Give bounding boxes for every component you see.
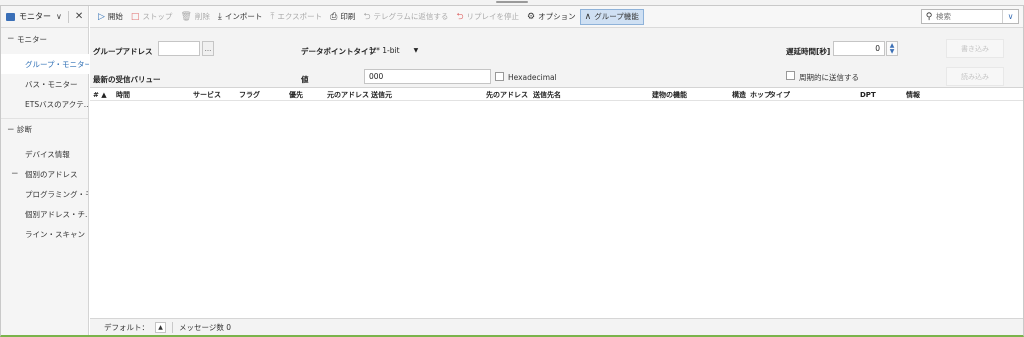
divider: [172, 321, 173, 333]
stop-button[interactable]: □ ストップ: [127, 9, 177, 25]
column-header-time[interactable]: 時間: [116, 88, 191, 101]
chevron-down-icon[interactable]: ∨: [1002, 10, 1018, 23]
sidebar: モニター ∨ ✕ − モニター グループ・モニター バス・モニター ETSバスの…: [1, 6, 89, 335]
periodic-send-checkbox[interactable]: [786, 71, 795, 80]
column-header-dpt[interactable]: DPT: [860, 88, 904, 101]
column-header-structure[interactable]: 構造: [732, 88, 748, 101]
sidebar-section-monitor[interactable]: − モニター: [1, 28, 88, 50]
sidebar-section-diagnostics[interactable]: − 診断: [1, 118, 88, 140]
default-filter-label: デフォルト：: [104, 322, 149, 332]
column-header-priority[interactable]: 優先: [289, 88, 325, 101]
sidebar-item-programming-mode[interactable]: プログラミング・モ...: [1, 184, 88, 204]
sidebar-item-label: 個別のアドレス: [25, 169, 78, 179]
export-button[interactable]: ⤒ エクスポート: [266, 9, 326, 25]
sidebar-item-group-monitor[interactable]: グループ・モニター: [1, 54, 89, 74]
column-header-source-address[interactable]: 元のアドレス: [327, 88, 369, 101]
collapse-icon[interactable]: −: [7, 125, 17, 135]
group-functions-panel: グループアドレス ... データポイントタイプ 1.* 1-bit ▼ 遅延時間…: [90, 28, 1023, 88]
column-header-index[interactable]: # ▲: [93, 88, 115, 101]
column-header-hops[interactable]: ホップ: [750, 88, 771, 101]
export-icon: ⤒: [270, 11, 275, 22]
sidebar-item-individual-address-check[interactable]: 個別アドレス・チ...: [1, 204, 88, 224]
gear-icon: ⚙: [527, 11, 536, 22]
column-header-building-function[interactable]: 建物の機能: [652, 88, 728, 101]
browse-button[interactable]: ...: [202, 41, 214, 56]
sidebar-item-device-info[interactable]: デバイス情報: [1, 144, 88, 164]
last-received-value-label: 最新の受信バリュー: [93, 75, 161, 84]
close-icon[interactable]: ✕: [75, 11, 83, 22]
filter-dropdown[interactable]: ▲: [155, 321, 166, 333]
sidebar-header: モニター ∨ ✕: [1, 6, 88, 28]
collapse-icon[interactable]: −: [7, 34, 17, 44]
stop-replay-button[interactable]: ⮌ リプレイを停止: [452, 9, 523, 25]
column-header-destination-name[interactable]: 送信先名: [533, 88, 649, 101]
delete-button[interactable]: 🗑 削除: [176, 9, 213, 25]
sidebar-section-label: モニター: [17, 34, 47, 44]
toolbar: ▷ 開始 □ ストップ 🗑 削除 ⤓ インポート ⤒ エクスポート ⎙ 印刷 ⮌ テレグラムに…: [90, 6, 1023, 28]
delay-input[interactable]: 0: [833, 41, 885, 56]
periodic-send-label: 周期的に送信する: [799, 73, 859, 82]
printer-icon: ⎙: [330, 11, 338, 22]
options-button[interactable]: ⚙ オプション: [523, 9, 580, 25]
value-input[interactable]: 000: [364, 69, 491, 84]
column-header-flags[interactable]: フラグ: [239, 88, 287, 101]
search-input[interactable]: [936, 12, 1002, 21]
delay-stepper[interactable]: ▲ ▼: [886, 41, 898, 56]
read-button[interactable]: 読み込み: [946, 67, 1004, 86]
column-header-source-name[interactable]: 送信元: [371, 88, 483, 101]
search-icon: ⚲: [925, 11, 933, 22]
write-button[interactable]: 書き込み: [946, 39, 1004, 58]
search-box[interactable]: ⚲ ∨: [921, 9, 1019, 24]
import-icon: ⤓: [217, 11, 222, 22]
stop-replay-icon: ⮌: [456, 11, 464, 22]
value-label: 値: [301, 75, 309, 84]
datapoint-type-select[interactable]: 1.* 1-bit ▼: [369, 43, 418, 57]
column-header-destination-address[interactable]: 先のアドレス: [486, 88, 530, 101]
start-button[interactable]: ▷ 開始: [94, 9, 127, 25]
monitor-icon: [6, 12, 15, 21]
dropdown-arrow-icon: ▼: [413, 46, 419, 54]
stop-icon: □: [130, 11, 140, 22]
group-address-label: グループアドレス: [93, 47, 153, 56]
sidebar-section-label: 診断: [17, 125, 32, 134]
play-icon: ▷: [98, 11, 105, 22]
group-address-input[interactable]: [158, 41, 200, 56]
status-bar: デフォルト： ▲ メッセージ数 0: [90, 318, 1023, 335]
column-header-type[interactable]: タイプ: [769, 88, 857, 101]
telegram-table-body[interactable]: [90, 101, 1023, 318]
hexadecimal-checkbox[interactable]: [495, 72, 504, 81]
column-header-info[interactable]: 情報: [906, 88, 966, 101]
sidebar-item-ets-bus-activity[interactable]: ETSバスのアクテ...: [1, 94, 88, 114]
table-header: # ▲ 時間 サービス フラグ 優先 元のアドレス 送信元 先のアドレス 送信先…: [90, 88, 1023, 101]
datapoint-type-label: データポイントタイプ: [301, 47, 376, 56]
message-count: メッセージ数 0: [179, 322, 232, 332]
sidebar-item-bus-monitor[interactable]: バス・モニター: [1, 74, 88, 94]
collapse-icon[interactable]: −: [11, 169, 25, 179]
app-window: モニター ∨ ✕ − モニター グループ・モニター バス・モニター ETSバスの…: [0, 5, 1024, 337]
column-header-service[interactable]: サービス: [193, 88, 237, 101]
chevron-down-icon[interactable]: ∨: [56, 12, 62, 21]
import-button[interactable]: ⤓ インポート: [214, 9, 266, 25]
divider: [67, 10, 69, 23]
hexadecimal-label: Hexadecimal: [508, 73, 557, 82]
sidebar-title: モニター: [19, 12, 51, 21]
sidebar-item-line-scan[interactable]: ライン・スキャン: [1, 224, 88, 244]
trash-icon: 🗑: [180, 11, 192, 22]
delay-label: 遅延時間[秒]: [786, 47, 831, 56]
sidebar-item-individual-addresses[interactable]: − 個別のアドレス: [1, 164, 88, 184]
group-functions-button[interactable]: ∧ グループ機能: [579, 8, 644, 25]
send-telegram-button[interactable]: ⮌ テレグラムに返信する: [359, 9, 452, 25]
print-button[interactable]: ⎙ 印刷: [326, 9, 359, 25]
chevron-up-icon: ∧: [584, 11, 592, 22]
drag-grip[interactable]: [496, 1, 528, 3]
reply-icon: ⮌: [363, 11, 371, 22]
